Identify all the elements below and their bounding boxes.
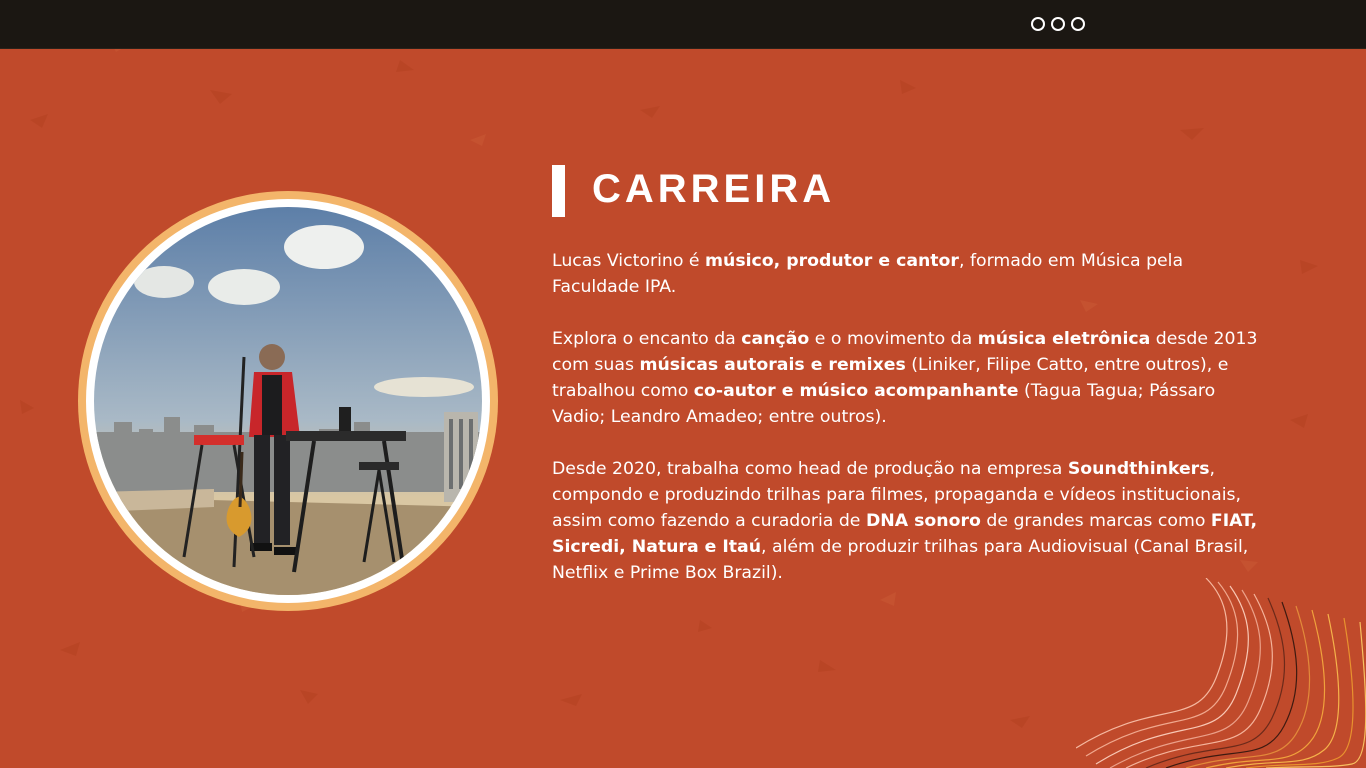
page-title: CARREIRA (592, 167, 836, 211)
paragraph-1: Lucas Victorino é músico, produtor e can… (552, 248, 1272, 300)
paragraph-3: Desde 2020, trabalha como head de produç… (552, 456, 1272, 586)
bold-segment: músico, produtor e cantor (705, 251, 959, 271)
circle-icon (1031, 17, 1045, 31)
career-text: Lucas Victorino é músico, produtor e can… (552, 248, 1272, 612)
bold-segment: canção (741, 329, 810, 349)
bold-segment: Soundthinkers (1067, 459, 1210, 479)
bold-segment: músicas autorais e remixes (639, 355, 906, 375)
text-segment: Explora o encanto da (552, 329, 742, 349)
text-segment: de grandes marcas como (980, 511, 1211, 531)
circle-icon (1051, 17, 1065, 31)
paragraph-2: Explora o encanto da canção e o moviment… (552, 326, 1272, 430)
decorative-wave-lines (1076, 578, 1366, 768)
text-segment: e o movimento da (809, 329, 978, 349)
text-segment: Desde 2020, trabalha como head de produç… (552, 459, 1068, 479)
artist-photo-illustration (94, 207, 482, 595)
bold-segment: co-autor e músico acompanhante (693, 381, 1019, 401)
artist-photo (94, 207, 482, 595)
photo-frame-inner (86, 199, 490, 603)
bold-segment: música eletrônica (977, 329, 1151, 349)
bold-segment: DNA sonoro (865, 511, 981, 531)
top-bar (0, 0, 1366, 49)
slide-dots (1031, 17, 1085, 31)
title-accent-bar (552, 165, 565, 217)
text-segment: Lucas Victorino é (552, 251, 706, 271)
circle-icon (1071, 17, 1085, 31)
photo-frame (78, 191, 498, 611)
